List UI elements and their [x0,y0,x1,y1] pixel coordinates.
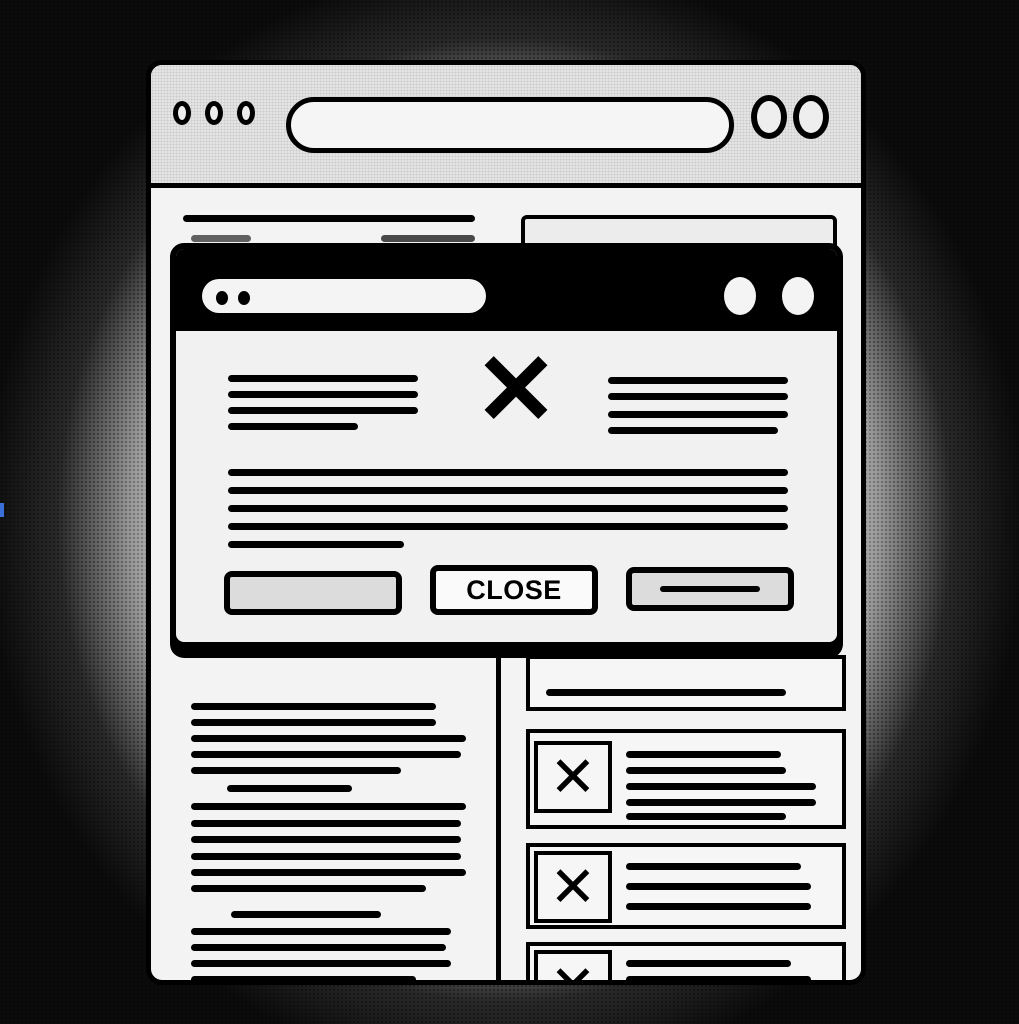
text-line [191,820,461,827]
text-line [191,853,461,860]
close-button[interactable]: CLOSE [430,565,598,615]
dialog-titlebar [176,249,837,331]
list-item[interactable]: ✕ [526,942,846,980]
button-label-line [660,586,760,592]
text-line [191,928,451,935]
list-item[interactable]: ✕ [526,843,846,929]
text-line [191,719,436,726]
window-dot-icon[interactable] [205,101,223,125]
text-line [227,785,352,792]
window-dot-icon[interactable] [237,101,255,125]
text-line [228,375,418,382]
text-line [191,885,426,892]
window-control-icon[interactable] [793,95,829,139]
dialog-control-icon[interactable] [782,277,814,315]
edge-marker [0,503,4,517]
window-dot-icon[interactable] [173,101,191,125]
dialog-dot-icon [216,291,228,305]
tertiary-button[interactable] [626,567,794,611]
browser-toolbar [151,65,861,188]
text-line [228,423,358,430]
text-line [191,751,461,758]
text-line [191,869,466,876]
text-line [191,767,401,774]
dialog-dot-icon [238,291,250,305]
list-header-card [526,655,846,711]
text-line [191,836,461,843]
text-line [231,911,381,918]
list-item[interactable]: ✕ [526,729,846,829]
column-divider [496,655,501,980]
dialog-address-bar[interactable] [202,279,486,313]
text-line [228,487,788,494]
error-dialog: ✕ CLOSE [170,243,843,648]
text-line [381,235,475,242]
secondary-button[interactable] [224,571,402,615]
checkbox-x-icon[interactable]: ✕ [534,741,612,813]
text-line [228,407,418,414]
text-line [608,377,788,384]
text-line [191,735,466,742]
text-line [228,523,788,530]
text-line [191,976,416,980]
dialog-control-icon[interactable] [724,277,756,315]
checkbox-x-icon[interactable]: ✕ [534,851,612,923]
text-line [608,411,788,418]
window-control-icon[interactable] [751,95,787,139]
text-line [228,391,418,398]
text-line [608,427,778,434]
text-line [228,505,788,512]
address-bar[interactable] [286,97,734,153]
text-line [183,215,475,222]
text-line [191,960,451,967]
text-line [228,541,404,548]
checkbox-x-icon[interactable]: ✕ [534,950,612,980]
text-line [191,803,466,810]
text-line [191,944,446,951]
text-line [191,235,251,242]
error-x-icon: ✕ [474,334,558,446]
text-line [228,469,788,476]
text-line [608,393,788,400]
text-line [191,703,436,710]
